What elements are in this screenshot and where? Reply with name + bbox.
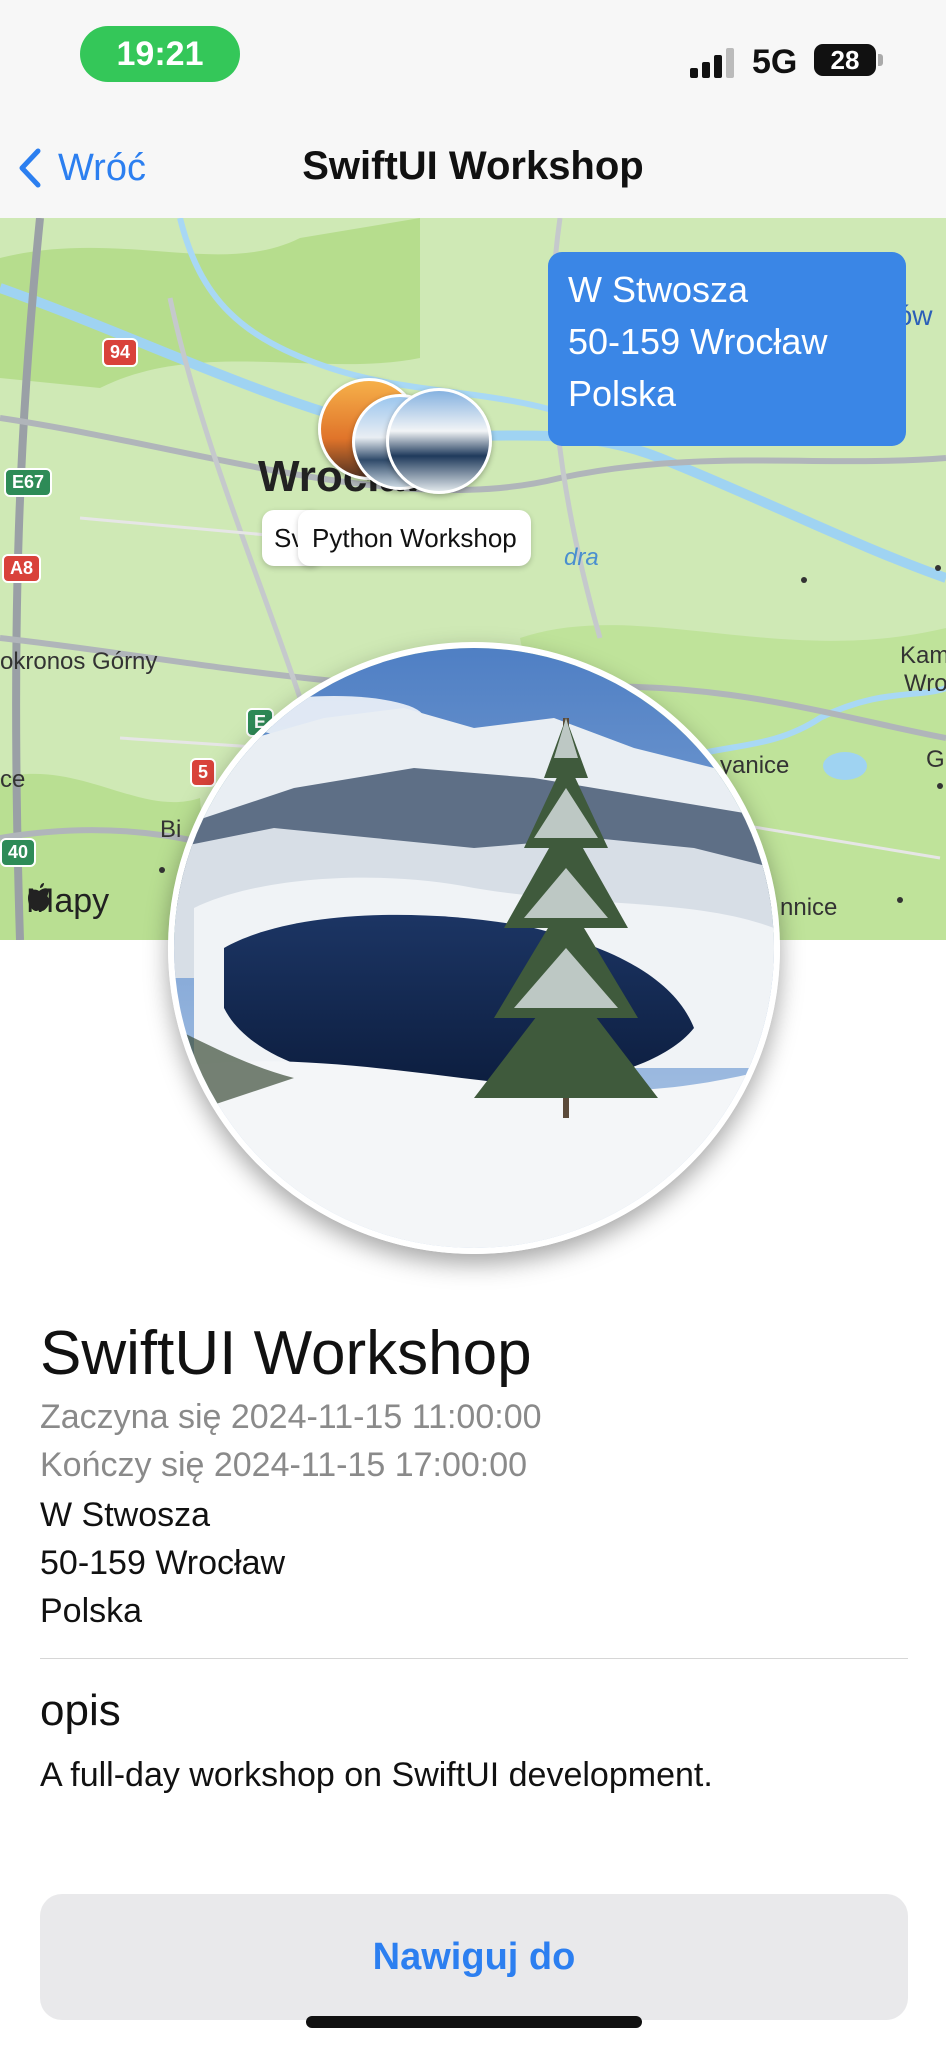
place-label: G [926,746,945,773]
place-label: dra [564,544,599,571]
road-shield: A8 [2,554,42,583]
road-shield: 94 [102,338,139,367]
network-type: 5G [752,43,798,81]
event-end-time: Kończy się 2024-11-15 17:00:00 [40,1446,528,1484]
chevron-left-icon [19,148,41,188]
road-shield: 40 [0,838,37,867]
place-label: Wro [904,670,946,697]
place-label: ce [0,766,26,793]
back-button[interactable]: Wróć [18,138,146,198]
home-indicator [306,2016,642,2028]
event-pin[interactable] [386,388,492,494]
event-address-line: W Stwosza [40,1496,211,1534]
place-label: Kam [900,642,946,669]
battery-icon: 28 [814,44,876,76]
address-card[interactable]: W Stwosza 50-159 Wrocław Polska [548,252,906,446]
event-image [168,642,780,1254]
address-card-line: Polska [568,373,677,414]
back-label: Wróć [58,146,146,189]
apple-logo-icon [28,883,50,911]
event-address-line: Polska [40,1592,143,1630]
battery-tip [878,54,883,66]
event-address-line: 50-159 Wrocław [40,1544,286,1582]
place-label: Bi [160,816,182,843]
map-callout-python[interactable]: Python Workshop [298,510,531,566]
place-label: nnice [780,894,838,921]
address-card-line: 50-159 Wrocław [568,321,828,362]
description-text: A full-day workshop on SwiftUI developme… [40,1756,713,1794]
road-shield: E67 [4,468,53,497]
address-card-line: W Stwosza [568,269,749,310]
navigate-button[interactable]: Nawiguj do [40,1894,908,2020]
status-time: 19:21 [80,26,240,82]
cellular-signal-icon [690,48,734,78]
event-title: SwiftUI Workshop [40,1319,532,1388]
mountain-lake-photo [174,648,774,1248]
divider [40,1658,908,1659]
description-heading: opis [40,1686,121,1735]
place-label: yanice [720,752,790,779]
event-start-time: Zaczyna się 2024-11-15 11:00:00 [40,1398,542,1436]
road-shield: 5 [190,758,217,787]
maps-attribution[interactable]: Mapy [26,882,109,921]
place-label: okronos Górny [0,648,158,675]
